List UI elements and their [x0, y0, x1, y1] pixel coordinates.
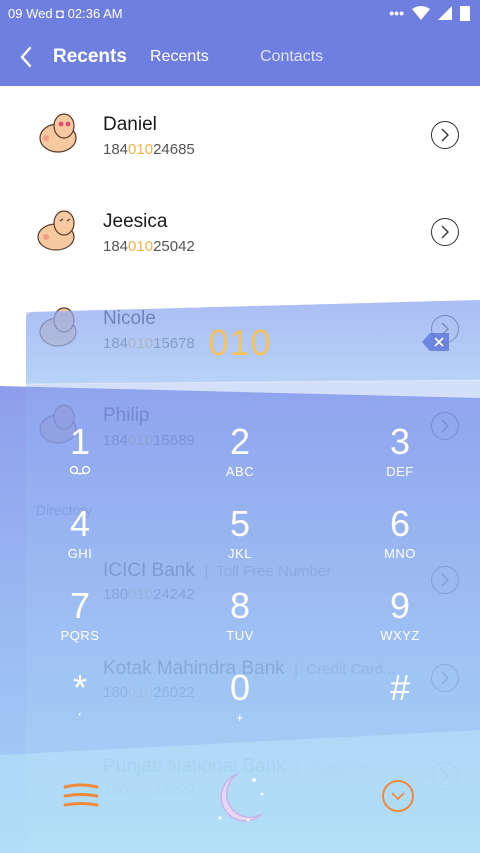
more-icon: ••• — [389, 5, 404, 21]
key-7[interactable]: 7 PQRS — [20, 586, 140, 644]
tab-contacts[interactable]: Contacts — [260, 48, 323, 66]
voicemail-icon — [69, 465, 91, 475]
key-hash[interactable]: # — [340, 668, 460, 710]
back-arrow-icon[interactable] — [16, 44, 38, 70]
directory-name: ICICI Bank | Toll Free Number — [103, 560, 332, 581]
key-star[interactable]: * ' — [20, 668, 140, 726]
menu-icon[interactable] — [62, 782, 100, 810]
list-item[interactable]: Daniel 18401024685 — [0, 86, 480, 183]
chevron-right-icon — [441, 769, 449, 783]
contact-number: 18401024685 — [103, 141, 195, 158]
avatar — [39, 113, 77, 153]
signal-icon — [438, 6, 452, 20]
dial-query: 010 — [208, 322, 272, 363]
collapse-dialpad-button[interactable] — [382, 780, 414, 812]
chevron-right-icon — [441, 128, 449, 142]
list-item[interactable]: Jeesica 18401025042 — [0, 183, 480, 280]
call-moon-icon[interactable] — [208, 768, 272, 828]
directory-number: 18001032222 — [103, 782, 195, 799]
key-0[interactable]: 0 + — [180, 668, 300, 726]
key-3[interactable]: 3 DEF — [340, 422, 460, 480]
contact-name: Daniel — [103, 114, 157, 135]
key-2[interactable]: 2 ABC — [180, 422, 300, 480]
contact-number: 18401025042 — [103, 238, 195, 255]
tab-recents[interactable]: Recents — [150, 48, 209, 66]
status-icons: ••• — [389, 5, 470, 21]
app-header: Recents Recents Contacts — [0, 28, 480, 86]
key-1[interactable]: 1 — [20, 422, 140, 480]
details-button[interactable] — [431, 121, 459, 149]
contact-name: Jeesica — [103, 211, 168, 232]
key-8[interactable]: 8 TUV — [180, 586, 300, 644]
page-title: Recents — [53, 46, 127, 67]
battery-icon — [460, 6, 470, 21]
wifi-icon — [412, 6, 430, 20]
status-time: 09 Wed ◘ 02:36 AM — [8, 6, 123, 21]
details-button[interactable] — [431, 762, 459, 790]
chevron-down-icon — [391, 792, 405, 801]
status-bar: 09 Wed ◘ 02:36 AM ••• — [0, 0, 480, 28]
chevron-right-icon — [441, 225, 449, 239]
backspace-icon[interactable] — [421, 332, 451, 352]
key-9[interactable]: 9 WXYZ — [340, 586, 460, 644]
key-6[interactable]: 6 MNO — [340, 504, 460, 562]
avatar — [37, 210, 75, 251]
details-button[interactable] — [431, 218, 459, 246]
key-5[interactable]: 5 JKL — [180, 504, 300, 562]
key-4[interactable]: 4 GHI — [20, 504, 140, 562]
chevron-right-icon — [441, 573, 449, 587]
